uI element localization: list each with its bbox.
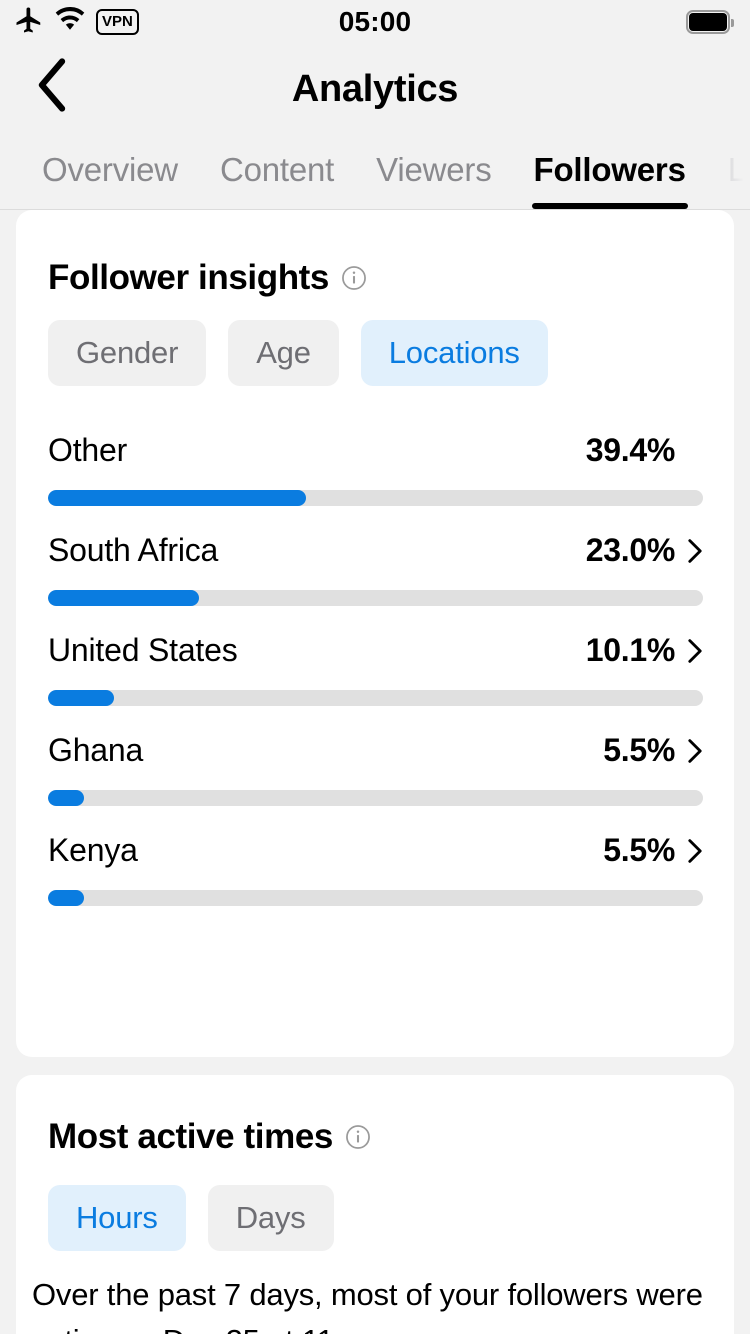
row-label: Other bbox=[48, 432, 128, 468]
row-value: 39.4% bbox=[585, 432, 676, 468]
progress-bar bbox=[48, 690, 115, 706]
chevron-right-icon[interactable] bbox=[687, 838, 703, 864]
row-header: Ghana 5.5% bbox=[48, 732, 703, 784]
progress-bar bbox=[48, 790, 85, 806]
row-header: United States 10.1% bbox=[48, 632, 703, 684]
segment-locations[interactable]: Locations bbox=[360, 320, 548, 386]
info-circle-icon[interactable] bbox=[341, 265, 367, 291]
segment-locations-label: Locations bbox=[388, 335, 520, 370]
row-right: 5.5% bbox=[603, 832, 703, 869]
progress-track bbox=[48, 490, 703, 506]
segment-days-label: Days bbox=[235, 1200, 306, 1235]
row-label: Ghana bbox=[48, 732, 144, 768]
follower-insights-segments: Gender Age Locations bbox=[48, 320, 548, 386]
tab-content-label: Content bbox=[219, 150, 335, 188]
info-circle-icon[interactable] bbox=[345, 1124, 371, 1150]
tab-overview-label: Overview bbox=[42, 150, 178, 188]
table-row[interactable]: Ghana 5.5% bbox=[48, 732, 703, 832]
most-active-times-description: Over the past 7 days, most of your follo… bbox=[32, 1277, 703, 1334]
row-header: South Africa 23.0% bbox=[48, 532, 703, 584]
row-value: 23.0% bbox=[585, 532, 676, 568]
row-label: South Africa bbox=[48, 532, 219, 568]
chevron-right-icon[interactable] bbox=[687, 738, 703, 764]
battery-full-icon bbox=[686, 10, 734, 34]
chevron-right-icon[interactable] bbox=[687, 638, 703, 664]
progress-bar bbox=[48, 490, 307, 506]
row-header: Kenya 5.5% bbox=[48, 832, 703, 884]
analytics-tab-bar: Overview Content Viewers Followers LIVE bbox=[0, 130, 750, 210]
progress-track bbox=[48, 690, 703, 706]
table-row[interactable]: United States 10.1% bbox=[48, 632, 703, 732]
segment-hours-label: Hours bbox=[76, 1200, 158, 1235]
row-label: Kenya bbox=[48, 832, 138, 868]
row-value: 5.5% bbox=[603, 732, 675, 768]
tab-viewers[interactable]: Viewers bbox=[376, 130, 492, 209]
progress-track bbox=[48, 890, 703, 906]
nav-bar: Analytics bbox=[0, 44, 750, 130]
segment-gender-label: Gender bbox=[76, 335, 179, 370]
row-right: 5.5% bbox=[603, 732, 703, 769]
tab-bar-fade bbox=[716, 130, 750, 209]
progress-bar bbox=[48, 590, 199, 606]
progress-bar bbox=[48, 890, 85, 906]
segment-gender[interactable]: Gender bbox=[48, 320, 207, 386]
tab-viewers-label: Viewers bbox=[376, 150, 492, 188]
tab-followers[interactable]: Followers bbox=[531, 130, 688, 209]
row-right: 10.1% bbox=[586, 632, 703, 669]
location-list: Other 39.4% South Africa 23.0% United St… bbox=[48, 432, 703, 932]
table-row[interactable]: Kenya 5.5% bbox=[48, 832, 703, 932]
tab-list: Overview Content Viewers Followers LIVE bbox=[42, 130, 750, 209]
follower-insights-title: Follower insights bbox=[48, 258, 329, 297]
progress-track bbox=[48, 590, 703, 606]
row-right: 39.4% bbox=[586, 432, 703, 469]
segment-hours[interactable]: Hours bbox=[48, 1185, 186, 1251]
status-bar-clock: 05:00 bbox=[338, 6, 412, 37]
row-label: United States bbox=[48, 632, 238, 668]
row-value: 5.5% bbox=[603, 832, 675, 868]
status-bar: VPN 05:00 bbox=[0, 0, 750, 44]
segment-age-label: Age bbox=[256, 335, 311, 370]
table-row[interactable]: Other 39.4% bbox=[48, 432, 703, 532]
segment-age[interactable]: Age bbox=[228, 320, 339, 386]
row-value: 10.1% bbox=[585, 632, 676, 668]
tab-content[interactable]: Content bbox=[220, 130, 334, 209]
status-bar-right bbox=[686, 0, 734, 44]
follower-insights-card: Follower insights Gender Age Locations O… bbox=[16, 210, 734, 1238]
row-right: 23.0% bbox=[586, 532, 703, 569]
tab-overview[interactable]: Overview bbox=[42, 130, 178, 209]
table-row[interactable]: South Africa 23.0% bbox=[48, 532, 703, 632]
analytics-screen: VPN 05:00 Analytics Overview Content Vie… bbox=[0, 0, 750, 1334]
segment-days[interactable]: Days bbox=[207, 1185, 334, 1251]
tab-followers-label: Followers bbox=[533, 150, 686, 188]
most-active-times-title: Most active times bbox=[48, 1117, 333, 1156]
most-active-times-header: Most active times bbox=[48, 1117, 371, 1157]
row-header: Other 39.4% bbox=[48, 432, 703, 484]
progress-track bbox=[48, 790, 703, 806]
most-active-times-segments: Hours Days bbox=[48, 1185, 334, 1251]
follower-insights-header: Follower insights bbox=[48, 258, 367, 298]
page-title: Analytics bbox=[291, 68, 459, 110]
chevron-right-icon[interactable] bbox=[687, 538, 703, 564]
